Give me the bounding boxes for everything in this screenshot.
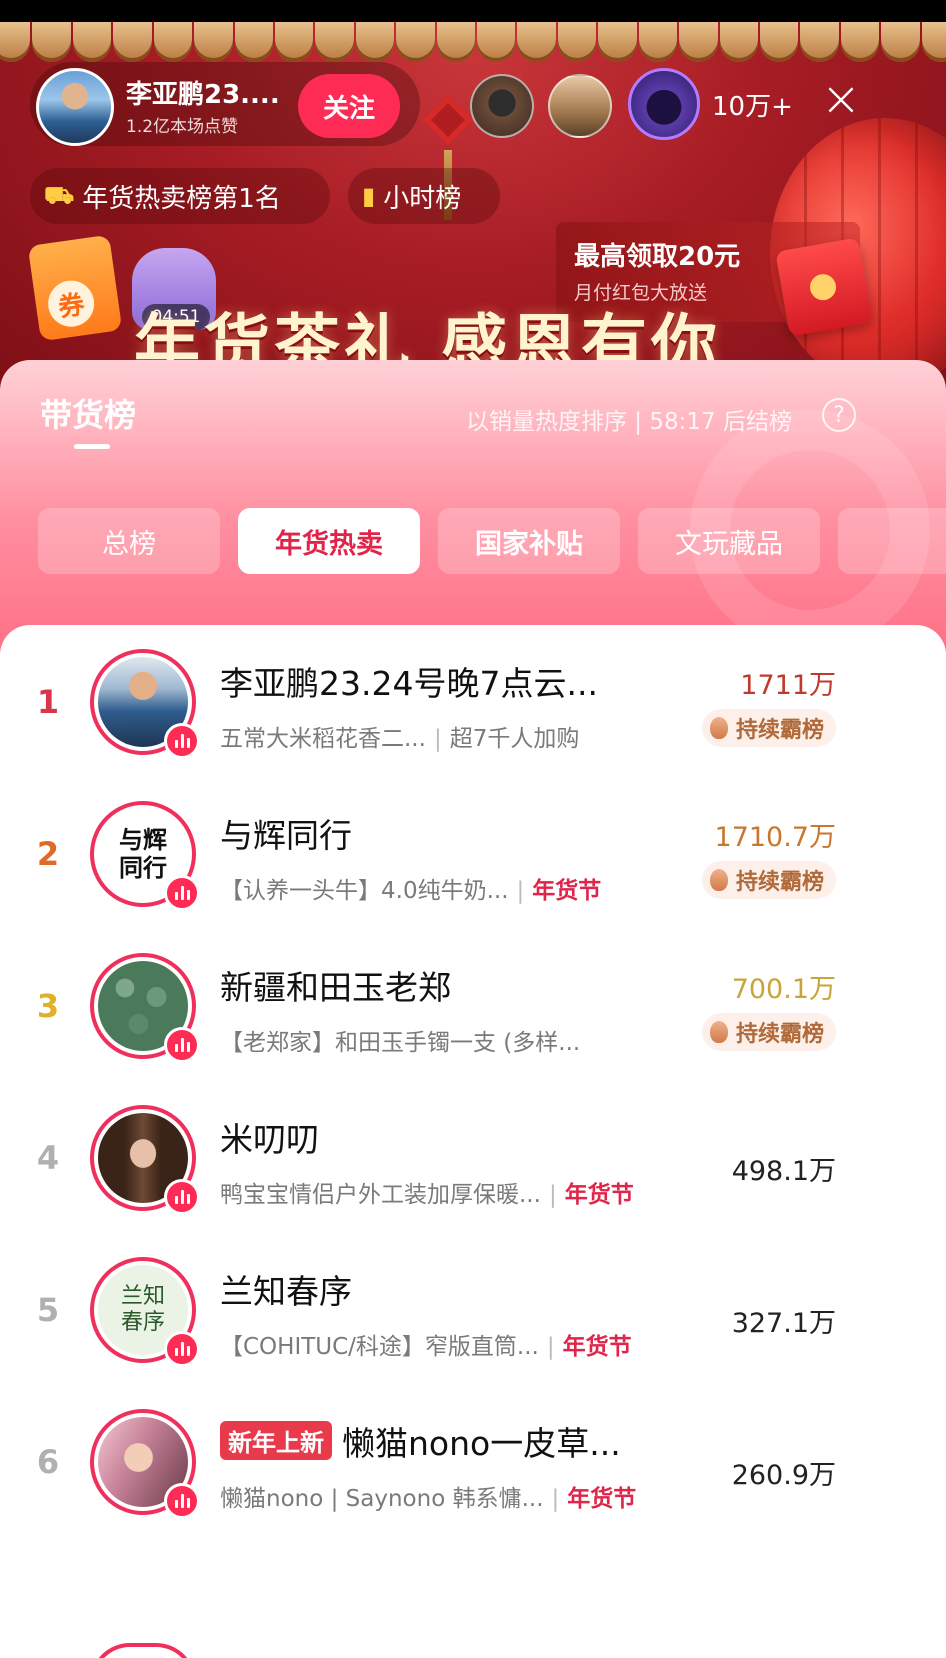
live-banner: 李亚鹏23.... 1.2亿本场点赞 关注 10万+ × ⛟ 年货热卖榜第1名 … [0,22,946,402]
list-item[interactable]: 1 李亚鹏23.24号晚7点云... 五常大米稻花香二... | 超7千人加购 17… [0,627,946,777]
tab-national-subsidy[interactable]: 国家补贴 [438,508,620,574]
ranking-list: 1 李亚鹏23.24号晚7点云... 五常大米稻花香二... | 超7千人加购 17… [0,625,946,1658]
viewer-avatar[interactable] [548,74,612,138]
new-badge: 新年上新 [220,1421,332,1460]
sales-score: 700.1万 [731,974,836,1005]
list-item[interactable]: 2 与辉同行 与辉同行 【认养一头牛】4.0纯牛奶... | 年货节 1710.7万… [0,779,946,929]
streamer-name: 与辉同行 [220,816,352,855]
status-badge: 持续霸榜 [701,709,836,747]
flame-icon [709,1021,728,1043]
flame-icon [709,869,728,891]
live-indicator-icon [164,1179,200,1215]
host-avatar[interactable] [36,68,114,146]
sales-score: 1711万 [740,670,836,701]
tab-total[interactable]: 总榜 [38,508,220,574]
avatar-text: 兰知春序 [120,1284,165,1335]
rank-pill-label: 年货热卖榜第1名 [82,183,281,214]
streamer-name: 米叨叨 [220,1120,319,1159]
sales-score: 1710.7万 [714,822,836,853]
list-item[interactable]: 5 兰知春序 兰知春序 【COHITUC/科途】窄版直筒... | 年货节 327.… [0,1235,946,1385]
title-underline [74,444,110,449]
promo-title: 最高领取20元 [574,242,741,272]
product-desc: 【认养一头牛】4.0纯牛奶... | 年货节 [220,878,602,904]
streamer-name: 新年上新 懒猫nono一皮草... [220,1417,621,1465]
board-meta: 以销量热度排序 | 58:17 后结榜 [466,409,792,435]
tab-new-year-hot[interactable]: 年货热卖 [238,508,420,574]
viewer-avatar[interactable] [470,74,534,138]
follow-button[interactable]: 关注 [298,74,400,138]
live-indicator-icon [164,875,200,911]
hour-rank-label: 小时榜 [383,183,462,214]
rank-number: 1 [36,683,60,721]
sales-score: 498.1万 [731,1156,836,1187]
product-desc: 懒猫nono | Saynono 韩系慵... | 年货节 [220,1486,637,1512]
product-desc: 【COHITUC/科途】窄版直筒... | 年货节 [220,1334,632,1360]
avatar-text: 与辉同行 [119,825,167,882]
rank-number: 2 [36,835,60,873]
host-name: 李亚鹏23.... [126,80,280,110]
flame-icon [709,717,728,739]
cart-icon: ⛟ [44,180,75,209]
product-desc: 五常大米稻花香二... | 超7千人加购 [220,726,580,752]
decor-scallop [0,22,946,64]
live-indicator-icon [164,1027,200,1063]
hour-rank-pill[interactable]: ▮ 小时榜 [348,168,500,224]
host-card[interactable]: 李亚鹏23.... 1.2亿本场点赞 关注 [30,62,420,146]
tab-collectibles[interactable]: 文玩藏品 [638,508,820,574]
streamer-name: 新疆和田玉老郑 [220,968,451,1007]
sales-score: 327.1万 [731,1308,836,1339]
sales-score: 260.9万 [731,1460,836,1491]
rank-number: 3 [36,987,60,1025]
rank-number: 6 [36,1443,60,1481]
close-icon[interactable]: × [816,74,866,124]
tab-more[interactable] [838,508,946,574]
rank-pill[interactable]: ⛟ 年货热卖榜第1名 [30,168,330,224]
avatar[interactable] [90,1643,196,1658]
viewer-avatar[interactable] [628,68,700,140]
live-indicator-icon [164,1331,200,1367]
red-packet-icon[interactable] [775,237,873,337]
product-desc: 鸭宝宝情侣户外工装加厚保暖... | 年货节 [220,1182,634,1208]
streamer-name: 兰知春序 [220,1272,352,1311]
coupon-icon[interactable]: 券 [27,234,123,342]
streamer-name: 李亚鹏23.24号晚7点云... [220,664,598,703]
bar-chart-icon: ▮ [362,182,376,210]
live-indicator-icon [164,723,200,759]
host-likes: 1.2亿本场点赞 [126,117,239,137]
status-badge: 持续霸榜 [701,861,836,899]
board-title[interactable]: 带货榜 [40,390,136,436]
status-badge: 持续霸榜 [701,1013,836,1051]
list-item[interactable]: 4 米叨叨 鸭宝宝情侣户外工装加厚保暖... | 年货节 498.1万 [0,1083,946,1233]
live-indicator-icon [164,1483,200,1519]
status-bar [0,0,946,22]
list-item[interactable]: 6 新年上新 懒猫nono一皮草... 懒猫nono | Saynono 韩系慵.… [0,1387,946,1537]
rank-number: 5 [36,1291,60,1329]
viewer-count[interactable]: 10万+ [712,86,793,123]
help-icon[interactable]: ? [822,398,856,432]
coupon-char: 券 [45,277,98,330]
list-item[interactable]: 3 新疆和田玉老郑 【老郑家】和田玉手镯一支 (多样... 700.1万 持续霸… [0,931,946,1081]
rank-number: 4 [36,1139,60,1177]
product-desc: 【老郑家】和田玉手镯一支 (多样... [220,1030,581,1056]
